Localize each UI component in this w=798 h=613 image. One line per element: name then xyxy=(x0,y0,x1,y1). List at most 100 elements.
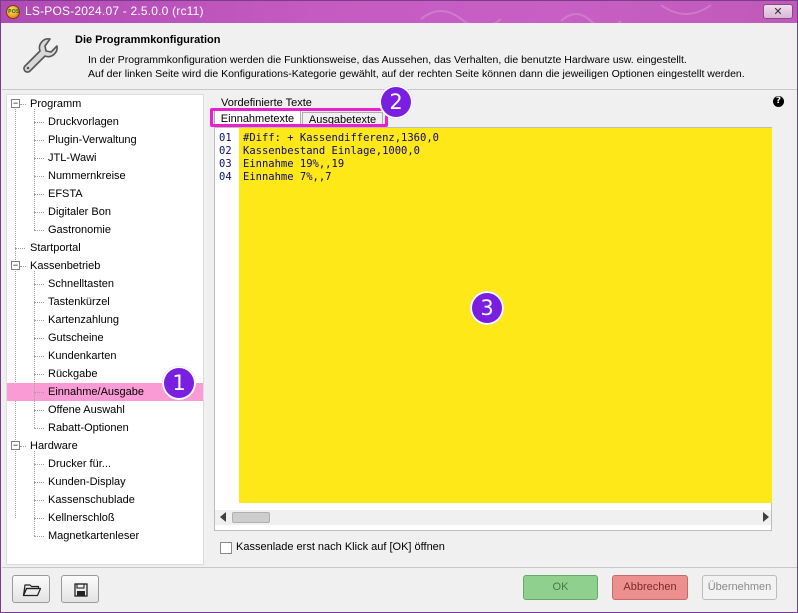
collapse-icon[interactable]: − xyxy=(11,99,20,108)
help-icon[interactable]: ? xyxy=(773,96,784,107)
tree-item[interactable]: Drucker für... xyxy=(7,455,203,473)
text-line[interactable]: #Diff: + Kassendifferenz,1360,0 xyxy=(243,132,439,145)
tree-item[interactable]: Rabatt-Optionen xyxy=(7,419,203,437)
header-description: In der Programmkonfiguration werden die … xyxy=(88,53,788,81)
tree-item[interactable]: Druckvorlagen xyxy=(7,113,203,131)
tree-item-hardware[interactable]: − Hardware xyxy=(7,437,203,455)
tree-label: Plugin-Verwaltung xyxy=(48,134,137,146)
tree-item-programm[interactable]: − Programm xyxy=(7,95,203,113)
tree-label: Druckvorlagen xyxy=(48,116,119,128)
tree-label: Startportal xyxy=(30,242,81,254)
ok-button[interactable]: OK xyxy=(523,575,598,600)
tree-label: Tastenkürzel xyxy=(48,296,110,308)
tree-connector xyxy=(34,158,44,159)
tree-label: Kellnerschloß xyxy=(48,512,115,524)
tree-connector xyxy=(34,122,44,123)
editor-content[interactable]: #Diff: + Kassendifferenz,1360,0 Kassenbe… xyxy=(239,128,772,503)
tree-connector xyxy=(20,104,26,105)
tree-label: Hardware xyxy=(30,440,78,452)
apply-button[interactable]: Übernehmen xyxy=(702,575,777,600)
app-logo-icon: POS xyxy=(6,5,20,19)
tree-item[interactable]: Kartenzahlung xyxy=(7,311,203,329)
close-button[interactable]: ✕ xyxy=(763,4,793,19)
tree-item[interactable]: Kunden-Display xyxy=(7,473,203,491)
tree-label: Schnelltasten xyxy=(48,278,115,290)
tree-label: Offene Auswahl xyxy=(48,404,125,416)
tree-item[interactable]: EFSTA xyxy=(7,185,203,203)
tree-connector xyxy=(20,446,26,447)
tree-label: Drucker für... xyxy=(48,458,111,470)
tree-item[interactable]: Nummernkreise xyxy=(7,167,203,185)
annotation-badge-2: 2 xyxy=(379,85,413,119)
floppy-disk-icon xyxy=(74,583,88,597)
header-desc-line-1: In der Programmkonfiguration werden die … xyxy=(88,54,687,66)
tree-item[interactable]: Kassenschublade xyxy=(7,491,203,509)
tree-connector xyxy=(15,248,25,249)
text-editor[interactable]: 01 02 03 04 #Diff: + Kassendifferenz,136… xyxy=(214,127,772,531)
tabs-highlight xyxy=(210,108,388,127)
tree-connector xyxy=(34,109,35,230)
tree-item[interactable]: Gastronomie xyxy=(7,221,203,239)
cancel-button[interactable]: Abbrechen xyxy=(612,575,688,600)
tree-item-kassenbetrieb[interactable]: − Kassenbetrieb xyxy=(7,257,203,275)
footer-bar: OK Abbrechen Übernehmen xyxy=(2,567,797,612)
tree-item[interactable]: Gutscheine xyxy=(7,329,203,347)
category-tree[interactable]: − Programm Druckvorlagen Plugin-Verwaltung J… xyxy=(6,94,204,565)
annotation-badge-1: 1 xyxy=(162,366,196,400)
tree-item-startportal[interactable]: Startportal xyxy=(7,239,203,257)
open-drawer-checkbox[interactable] xyxy=(220,542,232,554)
line-number-gutter: 01 02 03 04 xyxy=(215,128,239,503)
save-button[interactable] xyxy=(61,575,99,603)
header-desc-line-2: Auf der linken Seite wird die Konfigurat… xyxy=(88,68,745,80)
tree-connector xyxy=(34,176,44,177)
tree-item[interactable]: Kundenkarten xyxy=(7,347,203,365)
folder-open-icon xyxy=(22,584,42,597)
scroll-left-icon[interactable] xyxy=(220,512,226,522)
tree-connector xyxy=(20,266,26,267)
tree-connector xyxy=(34,320,44,321)
text-line[interactable]: Einnahme 19%,,19 xyxy=(243,158,344,171)
tree-label: Nummernkreise xyxy=(48,170,126,182)
tree-label: Magnetkartenleser xyxy=(48,530,140,542)
tree-item[interactable]: Magnetkartenleser xyxy=(7,527,203,545)
tree-item[interactable]: JTL-Wawi xyxy=(7,149,203,167)
tree-item[interactable]: Digitaler Bon xyxy=(7,203,203,221)
tree-label: Kassenbetrieb xyxy=(30,260,101,272)
tree-label: JTL-Wawi xyxy=(48,152,97,164)
tree-label: Gastronomie xyxy=(48,224,111,236)
tree-label: Kunden-Display xyxy=(48,476,126,488)
tree-label: Rabatt-Optionen xyxy=(48,422,129,434)
scroll-right-icon[interactable] xyxy=(763,512,769,522)
title-bar[interactable]: POS LS-POS-2024.07 - 2.5.0.0 (rc11) ✕ xyxy=(1,1,797,23)
text-line[interactable]: Einnahme 7%,,7 xyxy=(243,171,332,184)
tree-label: Programm xyxy=(30,98,82,110)
header-title: Die Programmkonfiguration xyxy=(75,34,221,46)
line-number: 01 xyxy=(219,132,232,144)
tree-connector xyxy=(34,230,44,231)
annotation-badge-3: 3 xyxy=(470,291,504,325)
tree-connector xyxy=(34,271,35,428)
tree-item[interactable]: Plugin-Verwaltung xyxy=(7,131,203,149)
tree-label: Digitaler Bon xyxy=(48,206,111,218)
config-window: POS LS-POS-2024.07 - 2.5.0.0 (rc11) ✕ Di… xyxy=(0,0,798,613)
tree-label: Kassenschublade xyxy=(48,494,135,506)
collapse-icon[interactable]: − xyxy=(11,261,20,270)
header-banner: Die Programmkonfiguration In der Program… xyxy=(2,23,797,90)
open-drawer-label[interactable]: Kassenlade erst nach Klick auf [OK] öffn… xyxy=(236,541,445,553)
tree-item[interactable]: Schnelltasten xyxy=(7,275,203,293)
tree-item[interactable]: Kellnerschloß xyxy=(7,509,203,527)
horizontal-scrollbar[interactable] xyxy=(215,510,771,525)
tree-item[interactable]: Offene Auswahl xyxy=(7,401,203,419)
tree-label: Einnahme/Ausgabe xyxy=(48,386,145,398)
text-line[interactable]: Kassenbestand Einlage,1000,0 xyxy=(243,145,420,158)
tree-connector xyxy=(34,140,44,141)
open-button[interactable] xyxy=(12,575,50,603)
tree-item[interactable]: Tastenkürzel xyxy=(7,293,203,311)
tree-label: Kundenkarten xyxy=(48,350,117,362)
tree-connector xyxy=(34,451,35,536)
tree-connector xyxy=(34,536,44,537)
tree-label: Rückgabe xyxy=(48,368,98,380)
scroll-thumb[interactable] xyxy=(232,512,270,523)
tree-connector xyxy=(34,374,44,375)
collapse-icon[interactable]: − xyxy=(11,441,20,450)
